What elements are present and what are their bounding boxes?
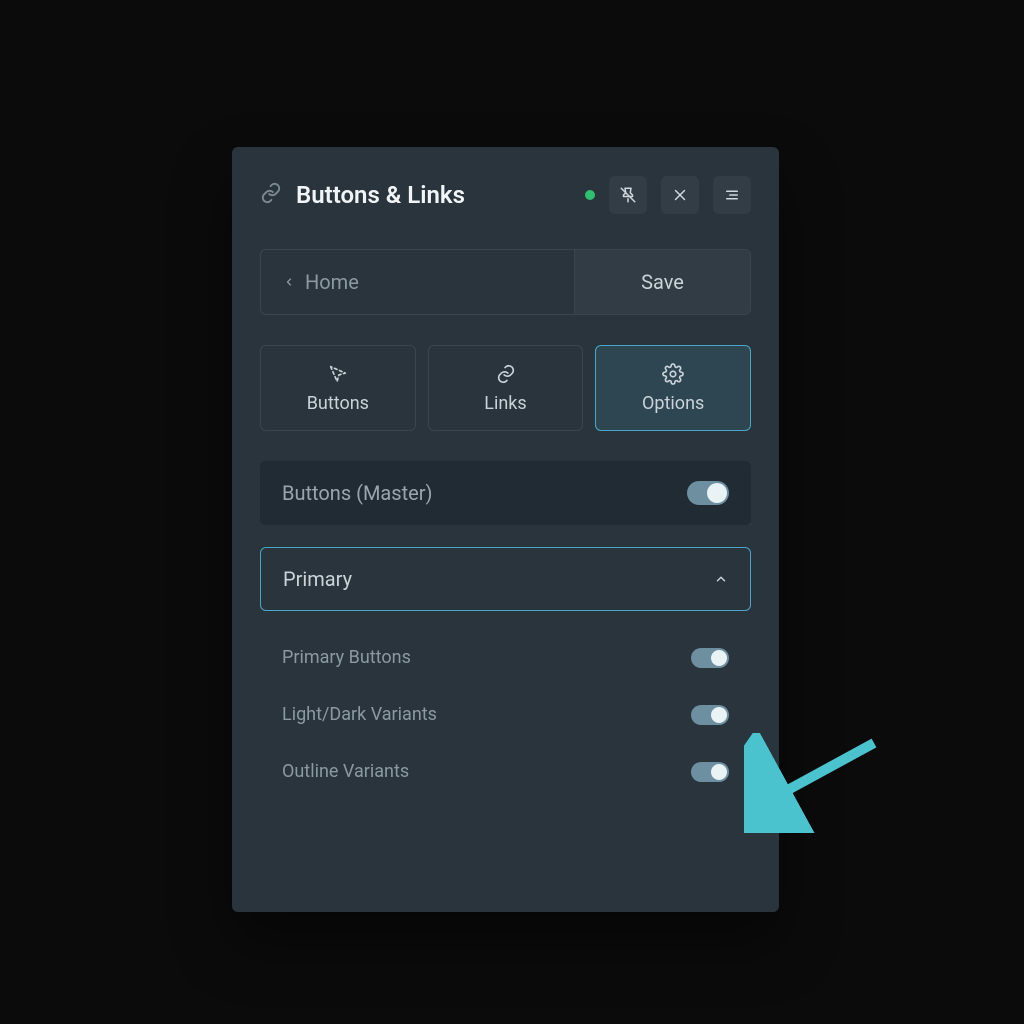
chevron-left-icon: [283, 276, 295, 288]
option-toggle[interactable]: [691, 648, 729, 668]
option-label: Outline Variants: [282, 761, 409, 782]
master-toggle-row: Buttons (Master): [260, 461, 751, 525]
cursor-icon: [327, 363, 349, 385]
panel-title: Buttons & Links: [296, 181, 465, 209]
chevron-up-icon: [714, 572, 728, 586]
option-light-dark-variants: Light/Dark Variants: [266, 686, 745, 743]
option-outline-variants: Outline Variants: [266, 743, 745, 800]
tab-bar: Buttons Links Options: [260, 345, 751, 431]
option-toggle[interactable]: [691, 762, 729, 782]
menu-button[interactable]: [713, 176, 751, 214]
option-toggle[interactable]: [691, 705, 729, 725]
option-primary-buttons: Primary Buttons: [266, 629, 745, 686]
save-button[interactable]: Save: [574, 250, 750, 314]
tab-label: Buttons: [307, 393, 369, 414]
panel-header: Buttons & Links: [260, 175, 751, 215]
accordion-primary[interactable]: Primary: [260, 547, 751, 611]
home-button[interactable]: Home: [261, 250, 574, 314]
master-toggle-label: Buttons (Master): [282, 481, 433, 505]
nav-row: Home Save: [260, 249, 751, 315]
unpin-button[interactable]: [609, 176, 647, 214]
settings-panel: Buttons & Links Home Save Buttons Links: [232, 147, 779, 912]
tab-label: Options: [642, 393, 704, 414]
options-list: Primary Buttons Light/Dark Variants Outl…: [260, 629, 751, 800]
link-icon: [260, 182, 282, 208]
chain-icon: [495, 363, 517, 385]
tab-buttons[interactable]: Buttons: [260, 345, 416, 431]
close-button[interactable]: [661, 176, 699, 214]
option-label: Primary Buttons: [282, 647, 411, 668]
option-label: Light/Dark Variants: [282, 704, 437, 725]
status-dot: [585, 190, 595, 200]
tab-options[interactable]: Options: [595, 345, 751, 431]
master-toggle[interactable]: [687, 481, 729, 505]
gear-icon: [662, 363, 684, 385]
accordion-label: Primary: [283, 567, 352, 591]
save-label: Save: [641, 270, 684, 294]
home-label: Home: [305, 270, 359, 294]
tab-label: Links: [484, 393, 526, 414]
tab-links[interactable]: Links: [428, 345, 584, 431]
